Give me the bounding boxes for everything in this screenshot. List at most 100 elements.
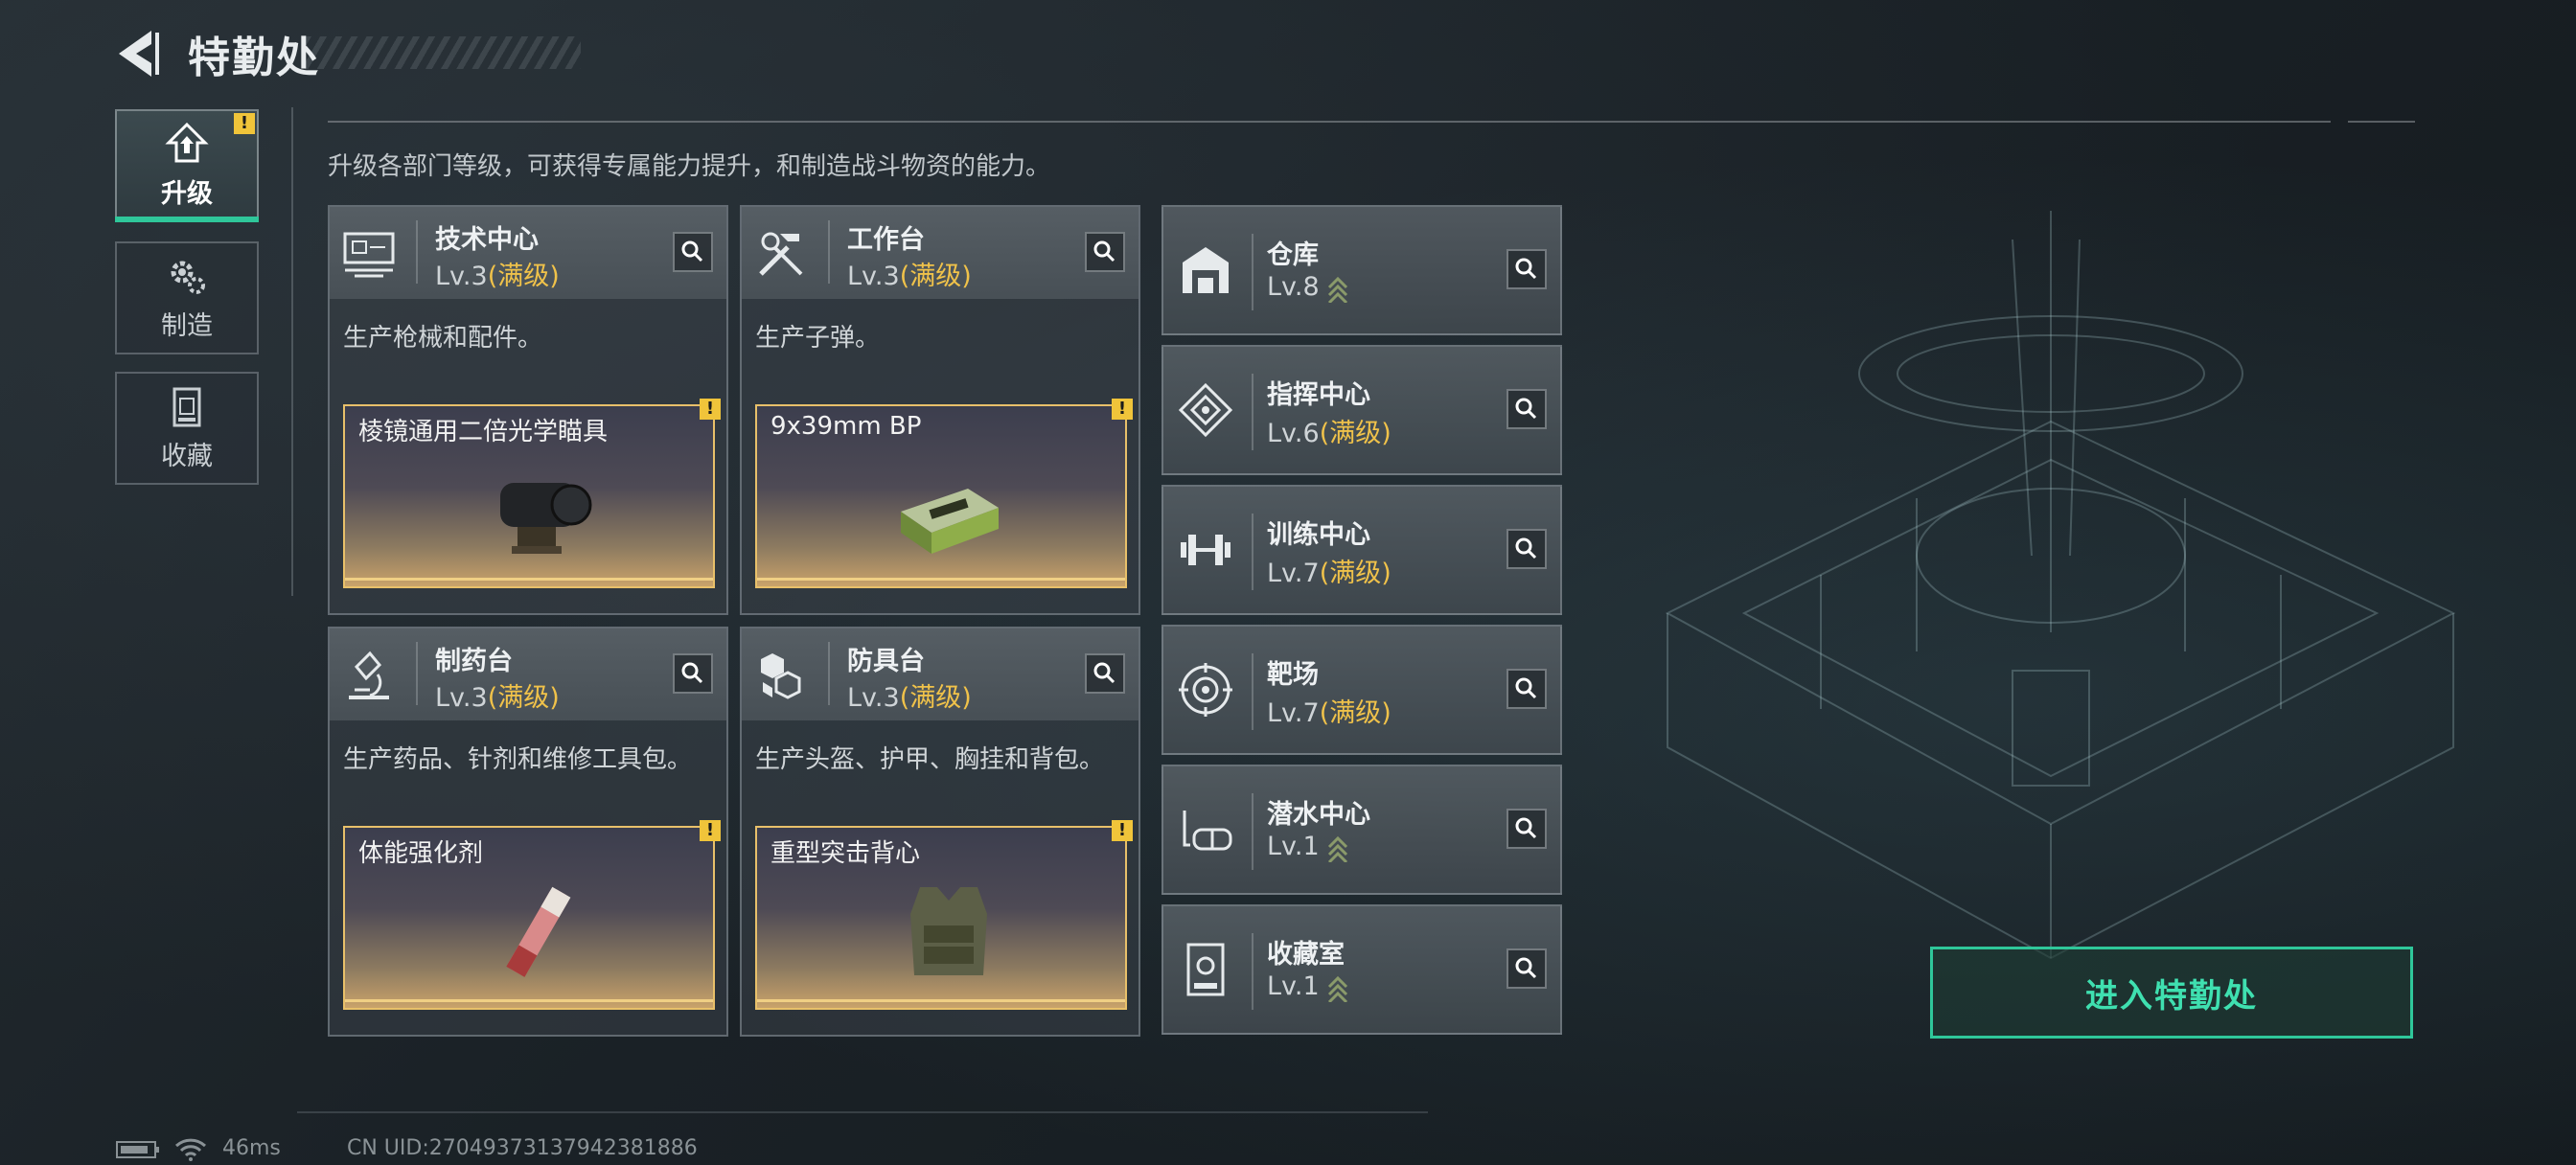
facility-name: 指挥中心: [1267, 380, 1370, 410]
warehouse-icon: [1183, 247, 1229, 293]
inspect-button[interactable]: [673, 232, 713, 272]
department-name: 工作台: [847, 225, 925, 255]
divider: [297, 1111, 1428, 1113]
production-slot[interactable]: 9x39mm BP !: [755, 399, 1133, 588]
inspect-button[interactable]: [1506, 948, 1547, 989]
facility-card-command-center[interactable]: 指挥中心 Lv.6(满级): [1162, 345, 1562, 475]
facility-level: Lv.7(满级): [1267, 698, 1392, 728]
divider: [328, 121, 2331, 123]
department-description: 生产头盔、护甲、胸挂和背包。: [755, 745, 1105, 774]
battery-icon: [116, 1141, 159, 1158]
nav-tab-collection[interactable]: 收藏: [115, 372, 259, 485]
search-icon: [1515, 677, 1537, 699]
search-icon: [1515, 817, 1537, 839]
back-arrow-icon[interactable]: [113, 25, 161, 82]
vest-item-image: [910, 887, 987, 975]
nav-tab-upgrade[interactable]: 升级 !: [115, 109, 259, 222]
divider: [2348, 121, 2415, 123]
production-slot[interactable]: 体能强化剂 !: [343, 820, 721, 1010]
department-card-armor-bench[interactable]: 防具台 Lv.3(满级) 生产头盔、护甲、胸挂和背包。 重型突击背心 !: [740, 627, 1140, 1037]
inspect-button[interactable]: [673, 653, 713, 694]
divider: [416, 642, 418, 705]
divider: [828, 642, 830, 705]
search-icon: [1515, 957, 1537, 979]
pharmacy-microscope-icon: [349, 651, 389, 699]
facility-card-shooting-range[interactable]: 靶场 Lv.7(满级): [1162, 625, 1562, 755]
collection-room-icon: [1186, 943, 1225, 996]
facility-card-diving-center[interactable]: 潜水中心 Lv.1: [1162, 765, 1562, 895]
facility-card-warehouse[interactable]: 仓库 Lv.8: [1162, 205, 1562, 335]
product-name: 体能强化剂: [358, 839, 484, 868]
nav-label: 制造: [161, 310, 213, 341]
upgrade-icon: [165, 122, 209, 162]
card-header: 防具台 Lv.3(满级): [742, 628, 1138, 720]
page-title: 特勤处: [188, 34, 320, 82]
department-name: 技术中心: [435, 225, 539, 255]
card-header: 技术中心 Lv.3(满级): [330, 207, 726, 299]
nav-tab-craft[interactable]: 制造: [115, 241, 259, 354]
ping-readout: 46ms: [222, 1136, 281, 1160]
department-level: Lv.3(满级): [435, 262, 560, 291]
armor-bench-icon: [761, 653, 801, 699]
search-icon: [1093, 662, 1116, 684]
department-card-workbench[interactable]: 工作台 Lv.3(满级) 生产子弹。 9x39mm BP !: [740, 205, 1140, 615]
wifi-icon: [174, 1138, 207, 1161]
inspect-button[interactable]: [1085, 232, 1125, 272]
inspect-button[interactable]: [1506, 249, 1547, 289]
department-card-pharmacy[interactable]: 制药台 Lv.3(满级) 生产药品、针剂和维修工具包。 体能强化剂 !: [328, 627, 728, 1037]
search-icon: [1515, 258, 1537, 280]
injector-item-image: [506, 886, 571, 977]
facility-card-collection-room[interactable]: 收藏室 Lv.1: [1162, 904, 1562, 1035]
department-description: 生产药品、针剂和维修工具包。: [343, 745, 693, 774]
department-level: Lv.3(满级): [435, 683, 560, 713]
card-header: 工作台 Lv.3(满级): [742, 207, 1138, 299]
department-name: 防具台: [847, 647, 925, 676]
page-description: 升级各部门等级，可获得专属能力提升，和制造战斗物资的能力。: [328, 152, 1051, 181]
search-icon: [681, 662, 703, 684]
facility-name: 靶场: [1267, 660, 1319, 690]
inspect-button[interactable]: [1506, 809, 1547, 849]
card-header: 制药台 Lv.3(满级): [330, 628, 726, 720]
tech-center-icon: [343, 232, 395, 278]
facility-level: Lv.1: [1267, 832, 1348, 862]
scope-item-image: [500, 483, 592, 554]
diving-mask-icon: [1183, 811, 1232, 851]
warning-badge: !: [700, 820, 721, 841]
craft-gear-icon: [171, 261, 205, 294]
inspect-button[interactable]: [1506, 389, 1547, 429]
facility-level: Lv.6(满级): [1267, 419, 1392, 448]
divider: [1252, 514, 1254, 590]
warning-badge: !: [1112, 399, 1133, 420]
enter-button-label: 进入特勤处: [2085, 976, 2258, 1016]
facility-card-training-center[interactable]: 训练中心 Lv.7(满级): [1162, 485, 1562, 615]
maxed-label: (满级): [1319, 419, 1392, 448]
maxed-label: (满级): [1319, 559, 1392, 588]
search-icon: [1515, 398, 1537, 420]
inspect-button[interactable]: [1085, 653, 1125, 694]
warning-badge: !: [1112, 820, 1133, 841]
maxed-label: (满级): [1319, 698, 1392, 728]
department-card-tech-center[interactable]: 技术中心 Lv.3(满级) 生产枪械和配件。 棱镜通用二倍光学瞄具 !: [328, 205, 728, 615]
base-wireframe-illustration: [1665, 211, 2456, 960]
maxed-label: (满级): [899, 262, 972, 291]
enter-special-ops-button[interactable]: 进入特勤处: [1930, 947, 2413, 1039]
department-name: 制药台: [435, 647, 513, 676]
department-level: Lv.3(满级): [847, 683, 972, 713]
nav-label: 升级: [161, 178, 213, 209]
department-description: 生产子弹。: [755, 324, 881, 353]
search-icon: [681, 240, 703, 263]
inspect-button[interactable]: [1506, 669, 1547, 709]
maxed-label: (满级): [487, 683, 560, 713]
production-slot[interactable]: 重型突击背心 !: [755, 820, 1133, 1010]
product-name: 重型突击背心: [770, 839, 921, 868]
production-slot[interactable]: 棱镜通用二倍光学瞄具 !: [343, 399, 721, 588]
maxed-label: (满级): [899, 683, 972, 713]
facility-level: Lv.8: [1267, 272, 1348, 303]
training-dumbbell-icon: [1181, 535, 1230, 565]
facility-name: 收藏室: [1267, 940, 1345, 970]
divider: [291, 107, 293, 596]
inspect-button[interactable]: [1506, 529, 1547, 569]
divider: [1252, 653, 1254, 730]
product-name: 9x39mm BP: [770, 412, 922, 441]
nav-label: 收藏: [161, 441, 213, 471]
